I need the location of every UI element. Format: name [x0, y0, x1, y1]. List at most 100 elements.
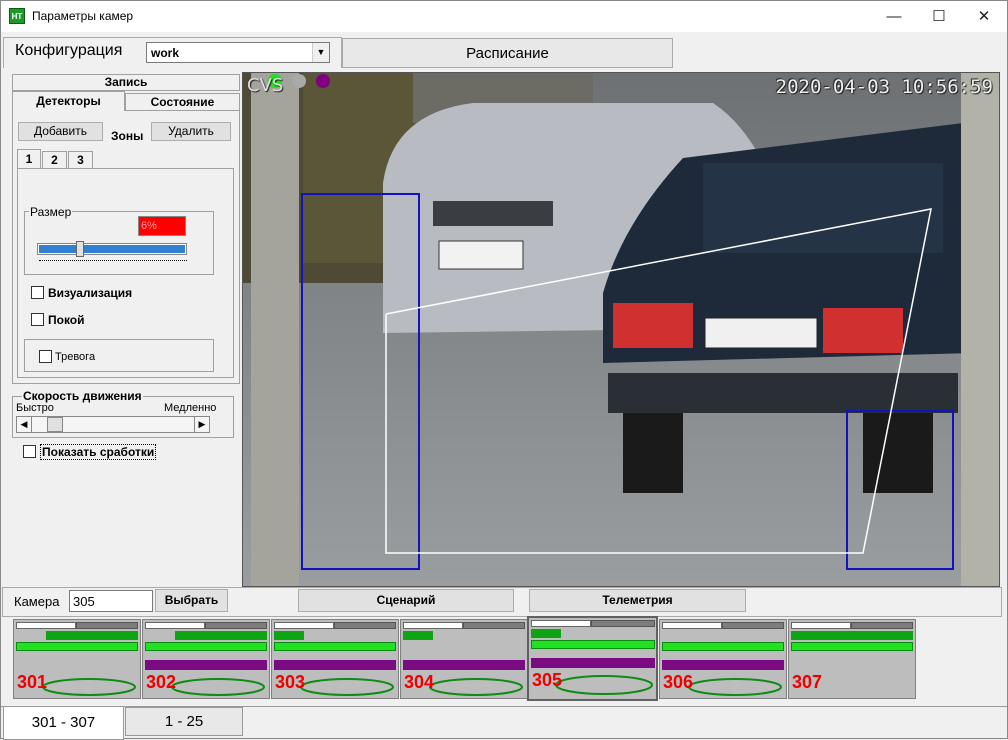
size-value-field: 6% — [138, 216, 186, 236]
size-group-label: Размер — [29, 205, 73, 219]
tab-record[interactable]: Запись — [12, 74, 240, 91]
video-view[interactable]: CVS 2020-04-03 10:56:59 — [242, 72, 1000, 587]
camera-level — [145, 631, 267, 640]
camera-number: 301 — [17, 672, 48, 692]
camera-purple-bar — [403, 660, 525, 670]
close-icon[interactable]: ✕ — [961, 1, 1007, 32]
zone-tab-2[interactable]: 2 — [42, 151, 67, 169]
camera-level-fill — [791, 631, 913, 640]
camera-number: 305 — [532, 670, 563, 690]
camera-level-fill — [274, 631, 304, 640]
size-slider-ticks — [39, 260, 187, 264]
camera-bar — [463, 622, 525, 629]
camera-bar — [205, 622, 267, 629]
video-timestamp: 2020-04-03 10:56:59 — [775, 76, 993, 98]
camera-level — [274, 631, 396, 640]
minimize-icon[interactable]: — — [871, 1, 917, 32]
rest-checkbox[interactable] — [31, 313, 44, 326]
tab-cameras-1-25[interactable]: 1 - 25 — [125, 707, 243, 736]
camera-bar — [851, 622, 913, 629]
visualization-label: Визуализация — [48, 286, 133, 300]
scroll-right-icon[interactable]: ▶ — [194, 417, 209, 432]
speed-scroll-thumb[interactable] — [47, 417, 63, 432]
alarm-label: Тревога — [55, 351, 96, 363]
camera-bar — [722, 622, 784, 629]
overlay-text: CVS — [247, 75, 284, 96]
camera-number: 304 — [404, 672, 435, 692]
add-zone-button[interactable]: Добавить — [18, 122, 103, 141]
camera-number: 303 — [275, 672, 306, 692]
speed-scrollbar[interactable]: ◀ ▶ — [16, 416, 210, 433]
camera-thumb-301[interactable]: 301 — [13, 619, 141, 699]
window: HT Параметры камер — ☐ ✕ Конфигурация wo… — [0, 0, 1008, 740]
maximize-icon[interactable]: ☐ — [916, 1, 962, 32]
rest-label: Покой — [48, 313, 85, 327]
tab-detectors[interactable]: Детекторы — [12, 91, 125, 111]
speed-fast-label: Быстро — [16, 402, 54, 414]
camera-thumb-305[interactable]: 305 — [527, 616, 658, 701]
camera-bar — [403, 622, 463, 629]
camera-level-fill — [531, 629, 561, 638]
size-slider[interactable] — [37, 241, 187, 257]
camera-purple-bar — [145, 660, 267, 670]
camera-thumb-304[interactable]: 304 — [400, 619, 528, 699]
camera-input[interactable]: 305 — [69, 590, 153, 612]
window-title: Параметры камер — [32, 9, 134, 23]
camera-status-bar — [791, 642, 913, 651]
camera-level-fill — [403, 631, 433, 640]
camera-bar — [662, 622, 722, 629]
camera-bar — [274, 622, 334, 629]
telemetry-button[interactable]: Телеметрия — [529, 589, 746, 612]
camera-bar — [334, 622, 396, 629]
camera-thumb-306[interactable]: 306 — [659, 619, 787, 699]
configuration-select[interactable]: work ▼ — [146, 42, 330, 63]
title-bar: HT Параметры камер — ☐ ✕ — [1, 1, 1007, 32]
visualization-checkbox[interactable] — [31, 286, 44, 299]
camera-status-bar — [662, 642, 784, 651]
camera-purple-bar — [662, 660, 784, 670]
scenario-button[interactable]: Сценарий — [298, 589, 514, 612]
camera-status-bar — [274, 642, 396, 651]
camera-status-bar — [16, 642, 138, 651]
delete-zone-button[interactable]: Удалить — [151, 122, 231, 141]
camera-level — [16, 631, 138, 640]
camera-number: 302 — [146, 672, 177, 692]
camera-bar — [791, 622, 851, 629]
speed-group-label: Скорость движения — [22, 389, 143, 403]
speed-slow-label: Медленно — [164, 402, 217, 414]
camera-level — [531, 629, 655, 638]
chevron-down-icon[interactable]: ▼ — [312, 43, 329, 62]
alarm-checkbox[interactable] — [39, 350, 52, 363]
show-triggers-checkbox[interactable] — [23, 445, 36, 458]
alarm-group — [24, 339, 214, 372]
size-slider-track — [39, 245, 185, 253]
camera-thumb-307[interactable]: 307 — [788, 619, 916, 699]
camera-bar — [145, 622, 205, 629]
tab-cameras-301-307[interactable]: 301 - 307 — [3, 707, 124, 740]
camera-level-fill — [175, 631, 267, 640]
camera-level — [403, 631, 525, 640]
camera-thumb-303[interactable]: 303 — [271, 619, 399, 699]
select-camera-button[interactable]: Выбрать — [155, 589, 228, 612]
camera-number: 306 — [663, 672, 694, 692]
camera-bar — [591, 620, 655, 627]
left-panel: Запись Детекторы Состояние Добавить Зоны… — [3, 68, 242, 587]
camera-label: Камера — [14, 594, 60, 609]
camera-bar — [531, 620, 591, 627]
show-triggers-label: Показать сработки — [40, 444, 157, 460]
configuration-select-value: work — [151, 46, 180, 60]
scroll-left-icon[interactable]: ◀ — [17, 417, 32, 432]
camera-bar — [76, 622, 138, 629]
tab-state[interactable]: Состояние — [125, 93, 240, 111]
zone-tab-3[interactable]: 3 — [68, 151, 93, 169]
zone-tab-1[interactable]: 1 — [17, 149, 41, 169]
camera-bar — [16, 622, 76, 629]
camera-thumb-302[interactable]: 302 — [142, 619, 270, 699]
configuration-label: Конфигурация — [15, 42, 123, 59]
tab-schedule[interactable]: Расписание — [342, 38, 673, 68]
app-icon: HT — [9, 8, 25, 24]
camera-status-bar — [145, 642, 267, 651]
zones-label: Зоны — [111, 129, 144, 143]
size-slider-thumb[interactable] — [76, 241, 84, 257]
camera-level-fill — [46, 631, 138, 640]
